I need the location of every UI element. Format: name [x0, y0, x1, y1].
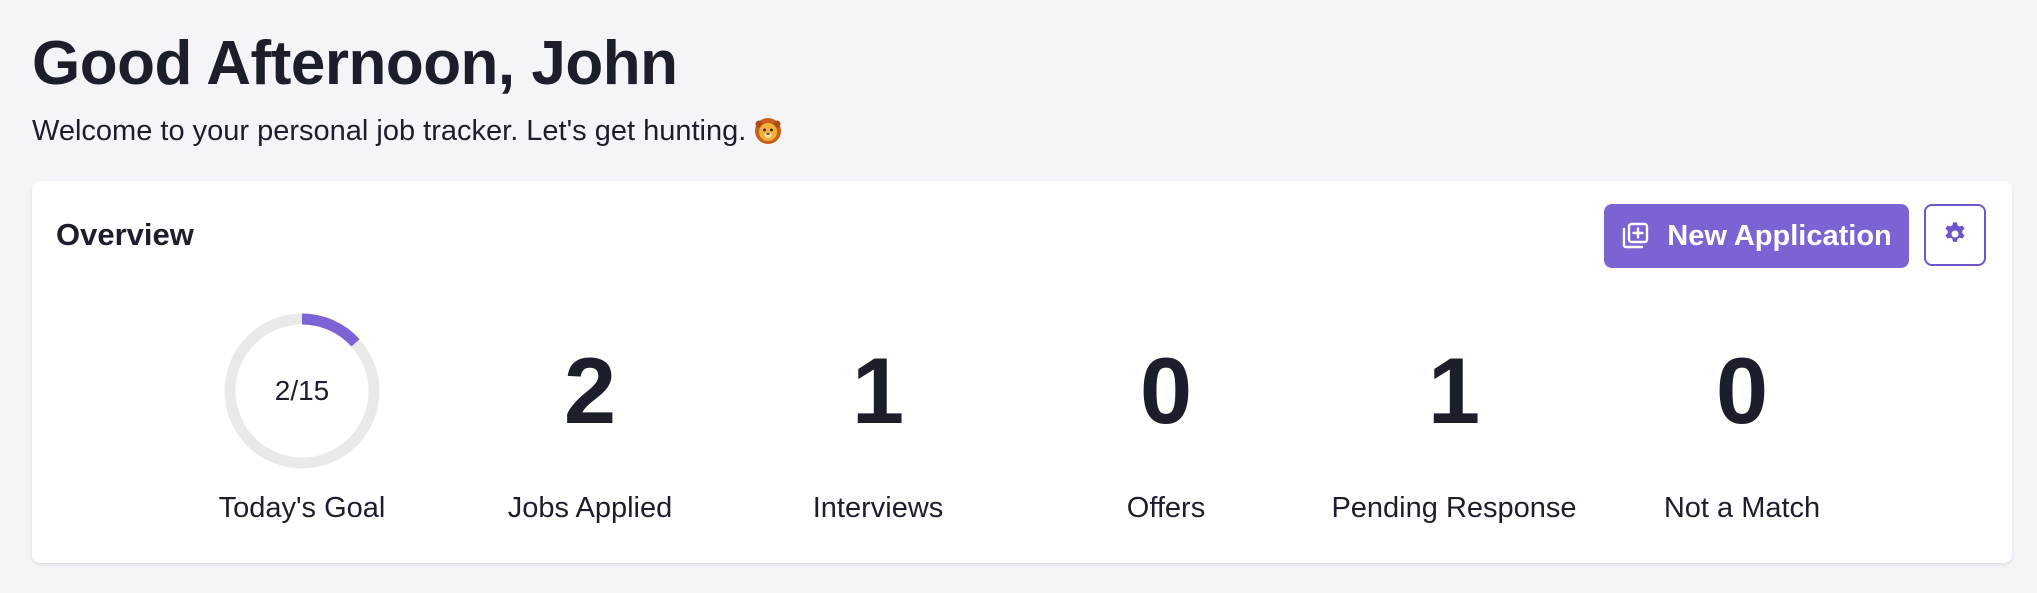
stat-pending-response: 1 Pending Response [1324, 311, 1584, 525]
page-title: Good Afternoon, John [32, 29, 678, 98]
page-subtitle: Welcome to your personal job tracker. Le… [32, 114, 782, 148]
stat-not-a-match: 0 Not a Match [1612, 311, 1872, 525]
stat-value: 1 [851, 338, 905, 443]
goal-progress-ring: 2/15 [222, 311, 382, 471]
subtitle-text: Welcome to your personal job tracker. Le… [32, 115, 747, 147]
new-application-button[interactable]: New Application [1604, 204, 1909, 268]
stat-label: Offers [1126, 492, 1206, 524]
lion-face-icon [754, 117, 782, 145]
stat-todays-goal: 2/15 Today's Goal [172, 311, 432, 525]
stat-label: Jobs Applied [507, 492, 673, 524]
stat-label: Today's Goal [218, 492, 386, 524]
stat-label: Not a Match [1663, 492, 1821, 524]
new-application-label: New Application [1667, 219, 1892, 252]
settings-button[interactable] [1924, 204, 1986, 266]
stat-label: Pending Response [1331, 492, 1577, 524]
add-to-collection-icon [1621, 222, 1649, 250]
stat-jobs-applied: 2 Jobs Applied [460, 311, 720, 525]
overview-card: Overview New Application 2/15 Today's Go… [32, 181, 2012, 563]
stat-value: 0 [1139, 338, 1193, 443]
page-header: Good Afternoon, John Welcome to your per… [32, 28, 782, 148]
stat-value: 1 [1427, 338, 1481, 443]
stat-interviews: 1 Interviews [748, 311, 1008, 525]
stat-value: 0 [1715, 338, 1769, 443]
overview-title: Overview [56, 217, 194, 252]
stat-value: 2 [563, 338, 617, 443]
gear-icon [1941, 220, 1969, 251]
stat-offers: 0 Offers [1036, 311, 1296, 525]
goal-progress-text: 2/15 [274, 375, 330, 406]
stat-label: Interviews [812, 492, 944, 524]
